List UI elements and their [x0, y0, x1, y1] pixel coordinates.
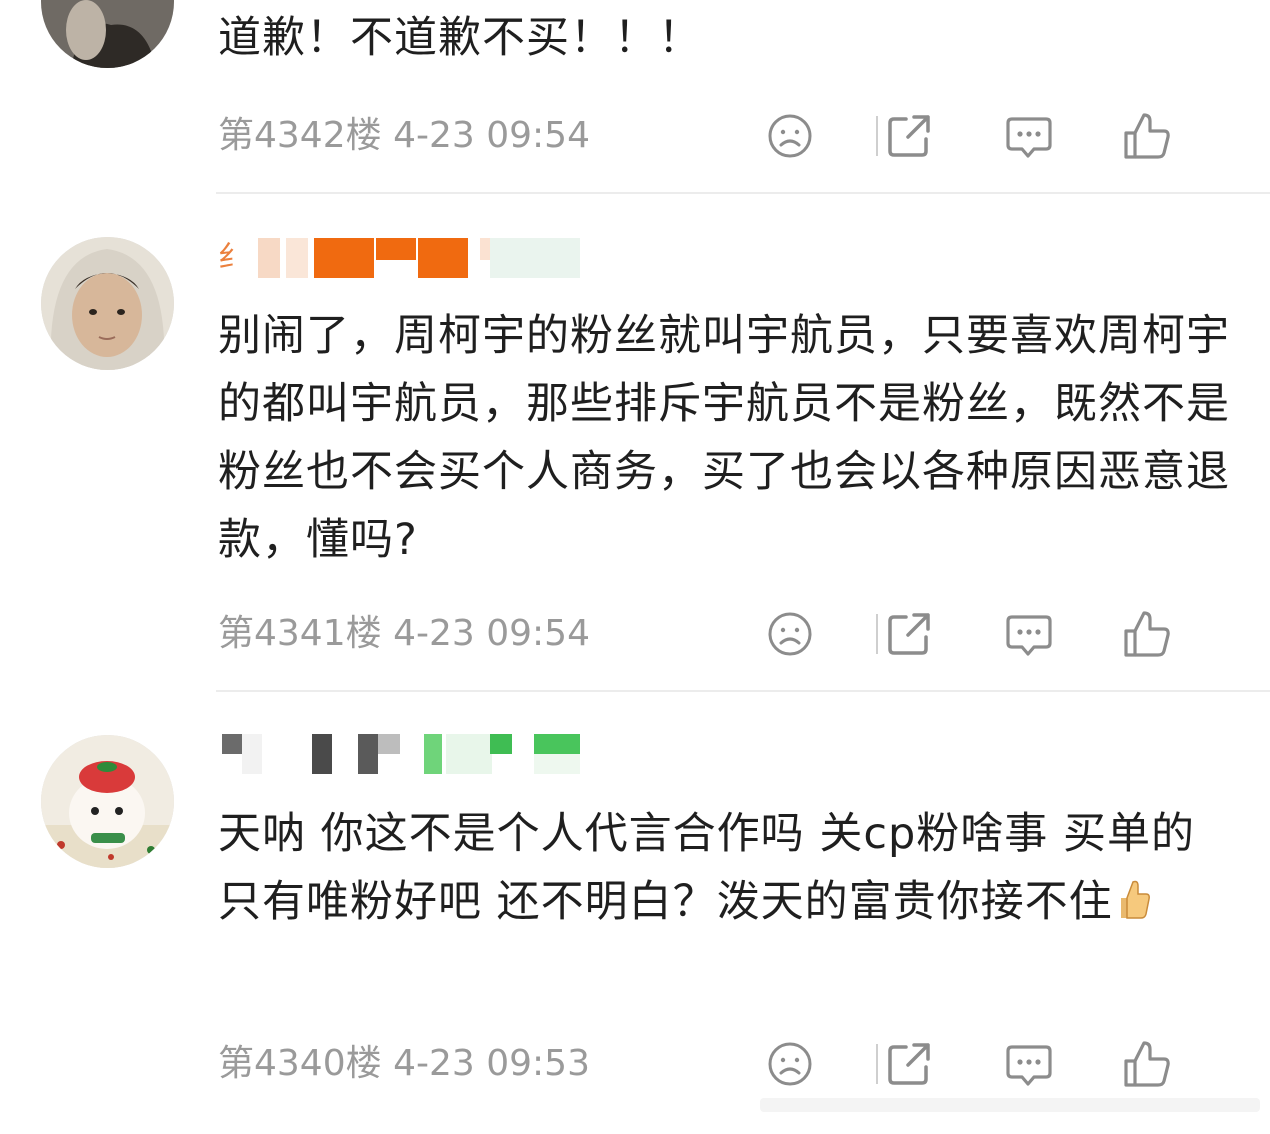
comment-text-content: 天呐 你这不是个人代言合作吗 关cp粉啥事 买单的只有唯粉好吧 还不明白？泼天的… [218, 809, 1195, 927]
comment-divider [216, 690, 1270, 692]
divider [876, 614, 878, 654]
divider [876, 116, 878, 156]
share-icon[interactable] [884, 609, 934, 659]
username-blurred[interactable]: 纟 [218, 238, 580, 278]
comment-icon[interactable] [1004, 111, 1054, 161]
floor-and-time: 第4340楼 4-23 09:53 [218, 1039, 590, 1089]
share-icon[interactable] [884, 1039, 934, 1089]
floor-and-time: 第4342楼 4-23 09:54 [218, 111, 590, 161]
sad-face-icon[interactable] [765, 609, 815, 659]
timestamp: 4-23 09:54 [393, 613, 590, 654]
avatar[interactable] [41, 0, 174, 68]
comment-meta: 第4340楼 4-23 09:53 [218, 1039, 1228, 1089]
comment-text: 别闹了，周柯宇的粉丝就叫宇航员，只要喜欢周柯宇的都叫宇航员，那些排斥宇航员不是粉… [218, 311, 1230, 565]
username: 纟 [218, 240, 248, 275]
share-icon[interactable] [884, 111, 934, 161]
comment-icon[interactable] [1004, 609, 1054, 659]
username-blurred[interactable] [218, 734, 580, 774]
floor-and-time: 第4341楼 4-23 09:54 [218, 609, 590, 659]
watermark [760, 1092, 1260, 1118]
comment-text: 道歉！不道歉不买！！！ [218, 13, 702, 63]
sad-face-icon[interactable] [765, 111, 815, 161]
timestamp: 4-23 09:54 [393, 115, 590, 156]
thumbs-up-icon[interactable] [1122, 609, 1172, 659]
comment-meta: 第4341楼 4-23 09:54 [218, 609, 1228, 659]
floor-number: 第4340楼 [218, 1043, 382, 1084]
floor-number: 第4342楼 [218, 115, 382, 156]
thumbs-up-icon[interactable] [1122, 1039, 1172, 1089]
avatar[interactable] [41, 237, 174, 370]
thumbs-up-icon[interactable] [1122, 111, 1172, 161]
comment-divider [216, 192, 1270, 194]
timestamp: 4-23 09:53 [393, 1043, 590, 1084]
avatar[interactable] [41, 735, 174, 868]
comment-icon[interactable] [1004, 1039, 1054, 1089]
comment-meta: 第4342楼 4-23 09:54 [218, 111, 1228, 161]
comment-text: 天呐 你这不是个人代言合作吗 关cp粉啥事 买单的只有唯粉好吧 还不明白？泼天的… [218, 800, 1238, 936]
sad-face-icon[interactable] [765, 1039, 815, 1089]
floor-number: 第4341楼 [218, 613, 382, 654]
thumbs-up-emoji-icon [1113, 872, 1153, 919]
divider [876, 1044, 878, 1084]
